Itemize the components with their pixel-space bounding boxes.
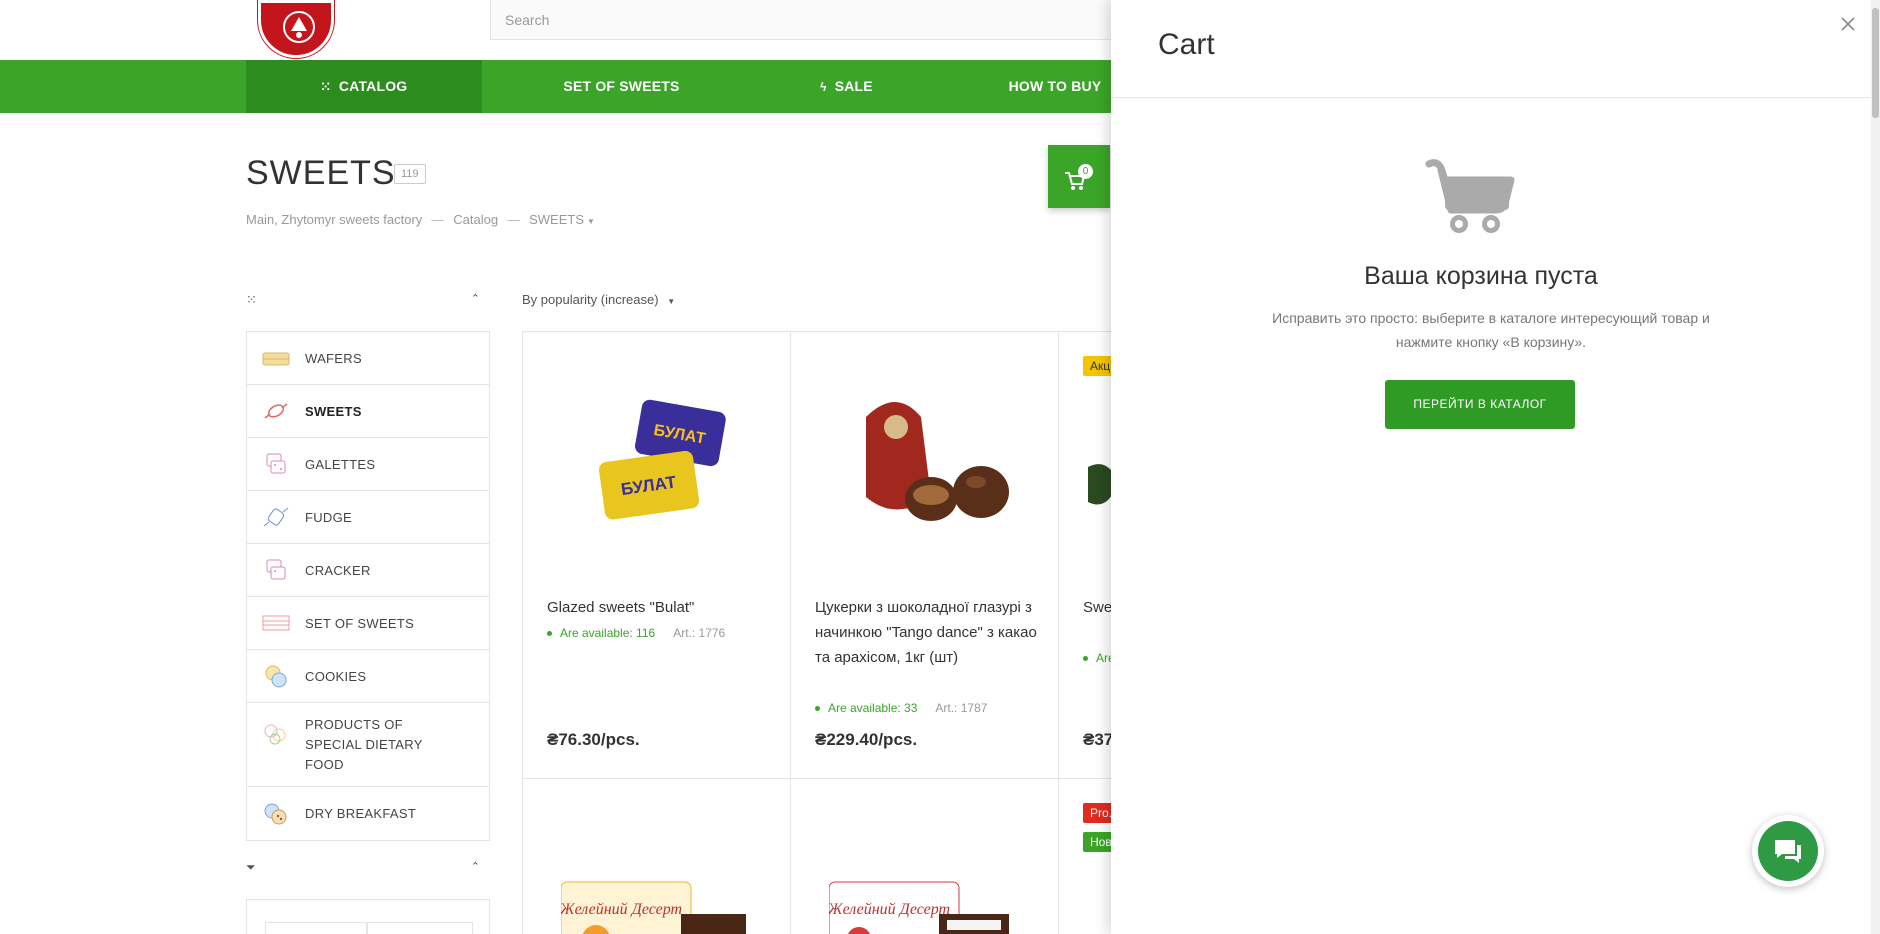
availability-text: Are available: 33	[828, 701, 918, 715]
chat-icon	[1775, 840, 1801, 863]
cart-title: Cart	[1158, 28, 1215, 61]
page-scrollbar[interactable]	[1871, 0, 1880, 934]
candy-icon	[264, 403, 288, 419]
sidebar-item-galettes[interactable]: GALETTES	[247, 438, 489, 491]
sidebar-item-dry-breakfast[interactable]: DRY BREAKFAST	[247, 787, 489, 840]
product-image: Желейний Десерт	[561, 881, 746, 934]
product-price: ₴76.30/pcs.	[547, 730, 640, 749]
nav-set-of-sweets-label: SET OF SWEETS	[563, 78, 680, 94]
galette-icon	[266, 453, 286, 474]
product-image	[866, 402, 1009, 521]
sidebar-item-sweets[interactable]: SWEETS	[247, 385, 489, 438]
go-to-catalog-button[interactable]: ПЕРЕЙТИ В КАТАЛОГ	[1385, 380, 1575, 429]
breadcrumb-separator: —	[431, 212, 445, 227]
availability-text: Are available: 116	[560, 626, 656, 640]
cereal-icon	[264, 803, 287, 824]
category-list: WAFERS SWEETS GALETTES FUDGE CRACKER SET…	[246, 331, 490, 841]
sidebar-item-wafers[interactable]: WAFERS	[247, 332, 489, 385]
chat-button-inner	[1758, 821, 1818, 881]
cart-drawer: Cart Ваша корзина пуста Исправить это пр…	[1111, 0, 1880, 934]
sidebar-item-label: GALETTES	[305, 456, 376, 472]
article-number: Art.: 1787	[935, 701, 988, 715]
breadcrumb-home[interactable]: Main, Zhytomyr sweets factory	[246, 212, 422, 227]
sidebar-item-label: SWEETS	[305, 403, 362, 419]
filter-icon: ⏷	[246, 860, 256, 874]
empty-cart-icon	[1425, 159, 1515, 233]
price-filter-box	[246, 899, 490, 934]
filter-header[interactable]: ⏷ ⌃	[246, 860, 490, 878]
product-price: ₴229.40/pcs.	[815, 730, 918, 749]
nav-sale-label: SALE	[834, 78, 873, 94]
chevron-down-icon: ▼	[587, 217, 595, 226]
product-card[interactable]: БУЛАТ БУЛАТ Glazed sweets "Bulat" Are av…	[523, 332, 791, 779]
dietary-icon	[264, 724, 286, 745]
empty-cart-title: Ваша корзина пуста	[1364, 262, 1598, 290]
logo-emblem-icon	[283, 11, 315, 43]
nav-catalog-label: CATALOG	[338, 78, 408, 94]
price-from-input[interactable]	[265, 922, 367, 934]
sidebar-item-cookies[interactable]: COOKIES	[247, 650, 489, 703]
nav-how-to-buy[interactable]: HOW TO BUY	[985, 60, 1125, 113]
fudge-icon	[263, 507, 289, 527]
svg-text:Желейний Десерт: Желейний Десерт	[829, 901, 950, 918]
chat-button[interactable]	[1752, 815, 1824, 887]
nav-how-to-buy-label: HOW TO BUY	[1008, 78, 1102, 94]
sort-label: By popularity (increase)	[522, 292, 659, 307]
product-name[interactable]: Glazed sweets "Bulat"	[547, 595, 777, 620]
sidebar-item-label: CRACKER	[305, 562, 371, 578]
product-name[interactable]: Цукерки з шоколадної глазурі з начинкою …	[815, 595, 1045, 670]
nav-set-of-sweets[interactable]: SET OF SWEETS	[530, 60, 713, 113]
box-icon	[262, 615, 290, 631]
product-card[interactable]: Желейний Десерт	[791, 779, 1059, 934]
sidebar-item-dietary[interactable]: PRODUCTS OF SPECIAL DIETARY FOOD	[247, 703, 489, 787]
availability: Are available: 33 Art.: 1787	[815, 701, 987, 715]
grid-icon: ⁙	[320, 80, 331, 94]
sidebar-catalog-header[interactable]: ⁙ ⌃	[246, 292, 490, 310]
sidebar-item-label: SET OF SWEETS	[305, 615, 415, 631]
svg-text:Желейний Десерт: Желейний Десерт	[561, 901, 682, 918]
wafer-icon	[262, 352, 290, 366]
breadcrumb-catalog[interactable]: Catalog	[453, 212, 498, 227]
page: Search ⁙ CATALOG SET OF SWEETS ϟ SALE HOW …	[0, 0, 1880, 934]
page-title: SWEETS	[246, 154, 396, 192]
chevron-up-icon[interactable]: ⌃	[471, 860, 480, 873]
close-icon[interactable]	[1836, 12, 1860, 36]
lightning-icon: ϟ	[820, 80, 827, 94]
product-count-badge: 119	[394, 164, 426, 184]
breadcrumb-separator: —	[507, 212, 521, 227]
breadcrumb: Main, Zhytomyr sweets factory — Catalog — SW…	[246, 212, 595, 227]
product-card[interactable]: Желейний Десерт	[523, 779, 791, 934]
scrollbar-thumb[interactable]	[1872, 8, 1879, 118]
chevron-up-icon[interactable]: ⌃	[471, 292, 480, 305]
product-image: БУЛАТ БУЛАТ	[598, 399, 726, 520]
sidebar-item-label: COOKIES	[305, 668, 367, 684]
sidebar-item-label: WAFERS	[305, 350, 362, 366]
cart-count-badge: 0	[1078, 164, 1093, 179]
article-number: Art.: 1776	[673, 626, 726, 640]
nav-sale[interactable]: ϟ SALE	[785, 60, 908, 113]
sidebar-item-label: PRODUCTS OF SPECIAL DIETARY FOOD	[305, 716, 423, 772]
availability: Are available: 116 Art.: 1776	[547, 626, 725, 640]
product-grid: БУЛАТ БУЛАТ Glazed sweets "Bulat" Are av…	[522, 331, 1329, 934]
sidebar-item-fudge[interactable]: FUDGE	[247, 491, 489, 544]
chevron-down-icon: ▼	[667, 297, 676, 306]
price-to-input[interactable]	[367, 922, 473, 934]
grid-icon: ⁙	[246, 292, 257, 307]
product-image: Желейний Десерт	[829, 881, 1009, 934]
breadcrumb-current[interactable]: SWEETS	[529, 212, 584, 227]
sidebar-item-set-of-sweets[interactable]: SET OF SWEETS	[247, 597, 489, 650]
sidebar-item-cracker[interactable]: CRACKER	[247, 544, 489, 597]
drawer-divider	[1111, 97, 1880, 98]
sort-dropdown[interactable]: By popularity (increase) ▼	[522, 292, 675, 307]
empty-cart-hint: Исправить это просто: выберите в каталог…	[1272, 310, 1710, 350]
floating-cart-button[interactable]: 0	[1048, 145, 1110, 208]
sidebar-item-label: DRY BREAKFAST	[305, 806, 417, 821]
site-logo[interactable]	[258, 0, 334, 58]
cookie-icon	[265, 665, 287, 688]
nav-catalog[interactable]: ⁙ CATALOG	[246, 60, 482, 113]
cracker-icon	[266, 559, 286, 580]
sidebar-item-label: FUDGE	[305, 509, 352, 525]
product-card[interactable]: Цукерки з шоколадної глазурі з начинкою …	[791, 332, 1059, 779]
search-input[interactable]: Search	[490, 0, 1130, 40]
